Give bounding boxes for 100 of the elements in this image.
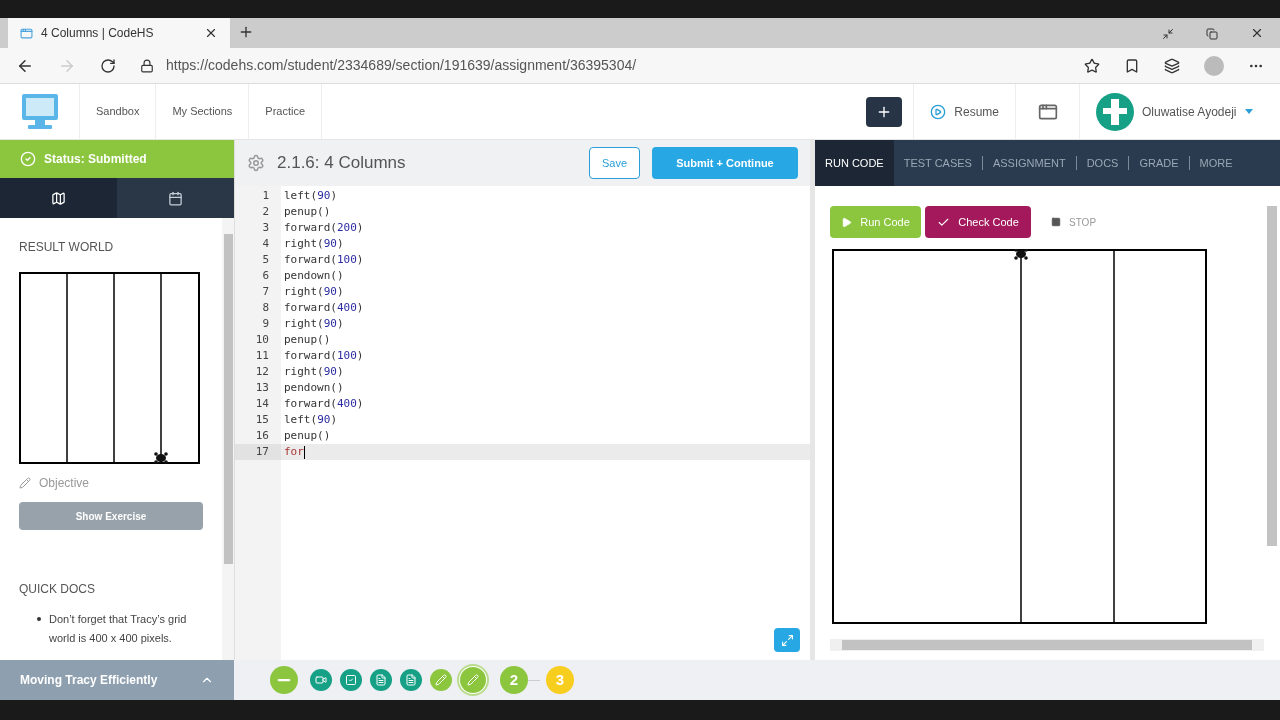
- expand-button[interactable]: [774, 628, 800, 652]
- code-line: left(90): [284, 411, 337, 428]
- document-icon[interactable]: [370, 669, 392, 691]
- restore-icon[interactable]: [1206, 28, 1218, 40]
- code-line: forward(400): [284, 395, 364, 412]
- save-button[interactable]: Save: [588, 147, 640, 179]
- pencil-icon[interactable]: [460, 667, 486, 693]
- line-number: 2: [262, 203, 269, 220]
- pencil-icon: [19, 477, 31, 489]
- code-line: penup(): [284, 427, 331, 444]
- code-line: forward(400): [284, 299, 364, 316]
- line-number: 9: [262, 315, 269, 332]
- profile-avatar[interactable]: [1204, 55, 1224, 76]
- section-heading: QUICK DOCS: [19, 581, 96, 598]
- stop-icon: [1051, 217, 1061, 227]
- nav-link[interactable]: Sandbox: [80, 84, 157, 139]
- doc-text: Don’t forget that Tracy’s grid world is 400 x 400 pixels.: [49, 612, 188, 646]
- sidebar-tab[interactable]: [117, 178, 234, 218]
- line-number: 16: [255, 427, 269, 444]
- lesson-footer[interactable]: Moving Tracy Efficiently: [0, 660, 234, 700]
- document-icon[interactable]: [400, 669, 422, 691]
- browser-tab[interactable]: 4 Columns | CodeHS: [8, 18, 230, 48]
- calendar-icon: [168, 190, 183, 206]
- scrollbar[interactable]: [222, 218, 234, 660]
- stop-button[interactable]: STOP: [1051, 214, 1097, 230]
- panel-tab[interactable]: ASSIGNMENT: [982, 140, 1076, 186]
- bullet-icon: [37, 617, 41, 621]
- line-number: 5: [262, 251, 269, 268]
- line-number: 17: [255, 443, 269, 460]
- submit-button[interactable]: Submit + Continue: [652, 147, 798, 179]
- map-icon: [51, 190, 66, 206]
- minus-icon[interactable]: [270, 666, 298, 694]
- nav-link[interactable]: My Sections: [156, 84, 250, 139]
- sidebar-tab[interactable]: [0, 178, 117, 218]
- collections-icon[interactable]: [1164, 57, 1180, 74]
- video-camera-icon[interactable]: [310, 669, 332, 691]
- code-line: pendown(): [284, 267, 344, 284]
- pencil-icon[interactable]: [430, 669, 452, 691]
- user-name[interactable]: Oluwatise Ayodeji: [1142, 102, 1237, 121]
- code-line: forward(100): [284, 251, 364, 268]
- settings-icon[interactable]: [247, 154, 265, 172]
- code-line: right(90): [284, 315, 344, 332]
- check-code-button[interactable]: Check Code: [925, 206, 1031, 238]
- horizontal-scrollbar[interactable]: [830, 639, 1264, 651]
- panel-tab[interactable]: TEST CASES: [893, 140, 982, 186]
- nav-link[interactable]: Practice: [249, 84, 323, 139]
- code-line: forward(200): [284, 219, 364, 236]
- checkbox-icon[interactable]: [340, 669, 362, 691]
- computer-logo-icon[interactable]: [20, 91, 59, 132]
- section-heading: RESULT WORLD: [19, 239, 115, 256]
- turtle-icon: [154, 452, 168, 464]
- line-number: 3: [262, 219, 269, 236]
- codehs-tab-icon: [20, 26, 33, 40]
- expand-icon: [780, 633, 794, 647]
- line-number: 11: [255, 347, 269, 364]
- code-line: right(90): [284, 283, 344, 300]
- panel-tab[interactable]: GRADE: [1129, 140, 1189, 186]
- dropdown-caret-icon[interactable]: [1244, 109, 1253, 114]
- line-number: 6: [262, 267, 269, 284]
- turtle-icon: [1014, 249, 1028, 260]
- close-icon[interactable]: [1250, 26, 1264, 40]
- favorite-icon[interactable]: [1084, 57, 1100, 74]
- status-text: Status: Submitted: [44, 151, 147, 168]
- text-cursor: [303, 445, 305, 459]
- line-number: 10: [255, 331, 269, 348]
- editor-title: 2.1.6: 4 Columns: [277, 152, 407, 175]
- line-number: 15: [255, 411, 269, 428]
- favorites-icon[interactable]: [1124, 57, 1140, 74]
- close-icon[interactable]: [204, 26, 218, 40]
- line-number: 4: [262, 235, 269, 252]
- code-line: left(90): [284, 187, 337, 204]
- code-line: penup(): [284, 203, 331, 220]
- resume-button[interactable]: Resume: [914, 84, 1016, 139]
- user-avatar[interactable]: [1096, 92, 1134, 131]
- line-number: 12: [255, 363, 269, 380]
- panel-tab[interactable]: DOCS: [1076, 140, 1129, 186]
- code-line: pendown(): [284, 379, 344, 396]
- code-line: forward(100): [284, 347, 364, 364]
- panel-tab[interactable]: MORE: [1189, 140, 1243, 186]
- new-tab-icon[interactable]: [238, 24, 254, 40]
- lock-icon: [140, 58, 154, 73]
- play-icon: [841, 216, 853, 228]
- code-line: penup(): [284, 331, 331, 348]
- code-line: right(90): [284, 363, 344, 380]
- panel-tab[interactable]: RUN CODE: [815, 140, 894, 186]
- line-number: 1: [262, 187, 269, 204]
- code-line: right(90): [284, 235, 344, 252]
- objective-label[interactable]: Objective: [39, 474, 90, 492]
- url-text: https://codehs.com/student/2334689/section/191639/assignment/36395304/: [166, 56, 637, 75]
- play-icon: [930, 103, 947, 120]
- line-number: 13: [255, 379, 269, 396]
- add-button[interactable]: [865, 96, 902, 127]
- tab-title: 4 Columns | CodeHS: [41, 25, 155, 42]
- check-circle-icon: [20, 151, 36, 167]
- minimize-icon[interactable]: [1162, 28, 1174, 40]
- lesson-title: Moving Tracy Efficiently: [20, 672, 158, 689]
- code-line: for: [284, 443, 304, 460]
- show-exercise-button[interactable]: Show Exercise: [19, 502, 203, 530]
- reload-icon[interactable]: [100, 57, 116, 74]
- line-number: 8: [262, 299, 269, 316]
